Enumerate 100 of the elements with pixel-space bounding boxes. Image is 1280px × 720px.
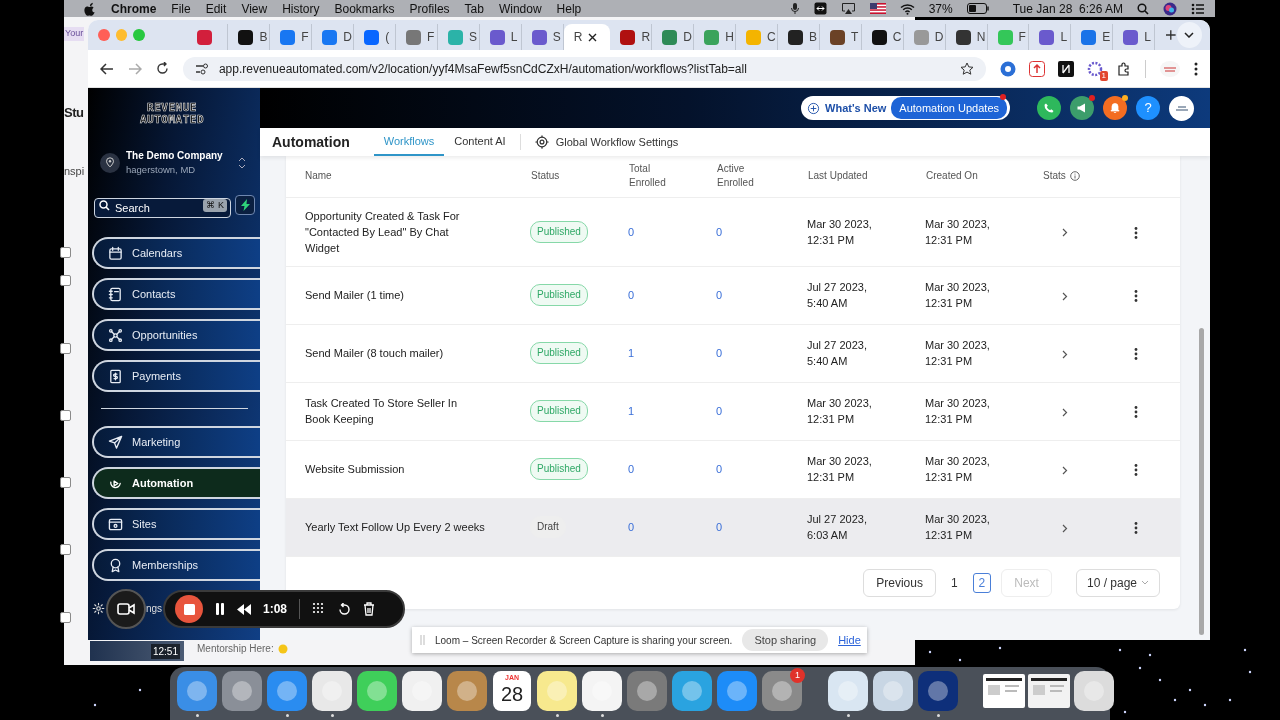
browser-tab[interactable]: F	[270, 24, 313, 50]
workflow-name[interactable]: Task Created To Store Seller In Book Keeping	[305, 395, 485, 427]
browser-tab[interactable]: D	[652, 24, 695, 50]
enrolled-count[interactable]: 0	[628, 225, 635, 238]
app-icon[interactable]	[1074, 671, 1114, 711]
page-button[interactable]: 2	[972, 572, 992, 593]
tab-search-button[interactable]	[1176, 22, 1202, 48]
app-icon[interactable]	[402, 671, 442, 711]
enrolled-count[interactable]: 0	[716, 347, 723, 359]
checkbox[interactable]	[60, 477, 71, 488]
enrolled-count[interactable]: 0	[716, 225, 723, 238]
nav-item[interactable]: Payments	[92, 360, 260, 393]
window-thumbnail[interactable]	[983, 674, 1025, 708]
more-options-icon[interactable]	[1134, 522, 1138, 535]
enrolled-count[interactable]: 0	[628, 521, 635, 533]
stop-recording-button[interactable]	[175, 595, 203, 623]
switch-location-icon[interactable]	[238, 156, 246, 169]
app-icon[interactable]	[582, 671, 622, 711]
checkbox[interactable]	[60, 275, 71, 286]
hide-link[interactable]: Hide	[838, 631, 861, 649]
workflow-name[interactable]: Website Submission	[305, 461, 485, 477]
restart-icon[interactable]	[338, 602, 352, 616]
app-menu[interactable]: Chrome	[111, 0, 157, 18]
enrolled-count[interactable]: 0	[716, 521, 723, 533]
company-name[interactable]: The Demo Company	[126, 148, 223, 163]
tab-label[interactable]: Your	[64, 27, 85, 41]
stop-sharing-button[interactable]: Stop sharing	[742, 628, 829, 652]
scrollbar-thumb[interactable]	[1198, 328, 1204, 635]
browser-tab[interactable]: H	[694, 24, 737, 50]
window-thumbnail[interactable]	[1028, 674, 1070, 708]
search-icon[interactable]	[1137, 2, 1149, 15]
workflow-name[interactable]: Send Mailer (1 time)	[305, 287, 485, 303]
address-bar[interactable]: app.revenueautomated.com/v2/location/yyf4MsaFewf5snCdCZxH/automation/workflows?listTab=all	[182, 56, 986, 81]
browser-tab[interactable]: S	[521, 24, 564, 50]
nav-item[interactable]: Calendars	[92, 237, 260, 270]
announcements-button[interactable]	[1070, 96, 1094, 120]
checkbox[interactable]	[60, 247, 71, 258]
checkbox[interactable]	[60, 343, 71, 354]
workflow-name[interactable]: Send Mailer (8 touch mailer)	[305, 345, 485, 361]
new-tab-icon[interactable]	[1165, 29, 1177, 41]
enrolled-count[interactable]: 0	[628, 463, 635, 475]
menu-item[interactable]: View	[241, 0, 268, 18]
workflow-name[interactable]: Opportunity Created & Task For "Contacted By Lead" By Chat Widget	[305, 207, 485, 256]
enrolled-count[interactable]: 0	[716, 289, 723, 301]
clock[interactable]: Tue Jan 28 6:26 AM	[1012, 0, 1123, 18]
nav-item[interactable]: Automation	[92, 467, 260, 500]
browser-tab[interactable]: C	[861, 24, 904, 50]
settings-link[interactable]: Global Workflow Settings	[534, 128, 679, 156]
enrolled-count[interactable]: 0	[628, 289, 635, 301]
enrolled-count[interactable]: 1	[628, 347, 635, 359]
app-icon[interactable]	[828, 671, 868, 711]
app-icon[interactable]	[873, 671, 913, 711]
browser-tab[interactable]: S	[437, 24, 480, 50]
trash-icon[interactable]	[363, 602, 376, 616]
chevron-right-icon[interactable]	[1062, 228, 1068, 238]
browser-tab[interactable]: D	[903, 24, 946, 50]
puzzle-piece-icon[interactable]	[1116, 60, 1132, 77]
flag-icon[interactable]	[869, 3, 886, 14]
browser-tab[interactable]: L	[479, 24, 522, 50]
control-center-icon[interactable]	[1191, 2, 1205, 15]
menu-item[interactable]: File	[171, 0, 191, 18]
browser-tab[interactable]: R	[610, 24, 653, 50]
previous-page-button[interactable]: Previous	[863, 568, 936, 597]
apple-icon[interactable]	[84, 1, 96, 16]
page-size-select[interactable]: 10 / page	[1075, 568, 1160, 597]
more-menu-icon[interactable]	[1194, 61, 1198, 76]
menu-item[interactable]: Help	[556, 0, 582, 18]
extension-icon[interactable]	[1058, 60, 1074, 77]
back-icon[interactable]	[100, 62, 114, 75]
wifi-icon[interactable]	[899, 2, 915, 15]
more-options-icon[interactable]	[1134, 406, 1138, 419]
reload-icon[interactable]	[155, 62, 169, 75]
browser-tab[interactable]: F	[396, 24, 438, 50]
more-options-icon[interactable]	[1134, 348, 1138, 361]
browser-tab[interactable]: B	[228, 24, 271, 50]
phone-button[interactable]	[1037, 96, 1061, 120]
nav-item[interactable]: Contacts	[92, 278, 260, 311]
more-options-icon[interactable]	[1134, 464, 1138, 477]
browser-tab[interactable]: B	[778, 24, 820, 50]
pause-icon[interactable]	[215, 603, 225, 615]
bookmark-star-icon[interactable]	[960, 61, 974, 76]
rewind-icon[interactable]	[237, 603, 251, 615]
more-options-icon[interactable]	[1134, 290, 1138, 303]
browser-tab[interactable]: F	[987, 24, 1030, 50]
browser-tab[interactable]: N	[945, 24, 988, 50]
nav-item[interactable]: Sites	[92, 508, 260, 541]
enrolled-count[interactable]: 0	[716, 463, 723, 475]
nav-item-label[interactable]: ngs	[146, 601, 163, 617]
nav-item[interactable]: Opportunities	[92, 319, 260, 352]
chevron-right-icon[interactable]	[1062, 465, 1068, 475]
quick-actions-button[interactable]	[235, 195, 255, 216]
tab[interactable]: Content AI	[444, 128, 516, 156]
screen-mirroring-icon[interactable]	[840, 2, 856, 15]
more-options-icon[interactable]	[1134, 226, 1138, 239]
checkbox[interactable]	[60, 612, 71, 623]
checkbox[interactable]	[60, 410, 71, 421]
browser-tab[interactable]: T	[819, 24, 862, 50]
browser-tab[interactable]: D	[312, 24, 355, 50]
microphone-icon[interactable]	[789, 2, 800, 15]
browser-tab[interactable]: L	[1029, 24, 1072, 50]
